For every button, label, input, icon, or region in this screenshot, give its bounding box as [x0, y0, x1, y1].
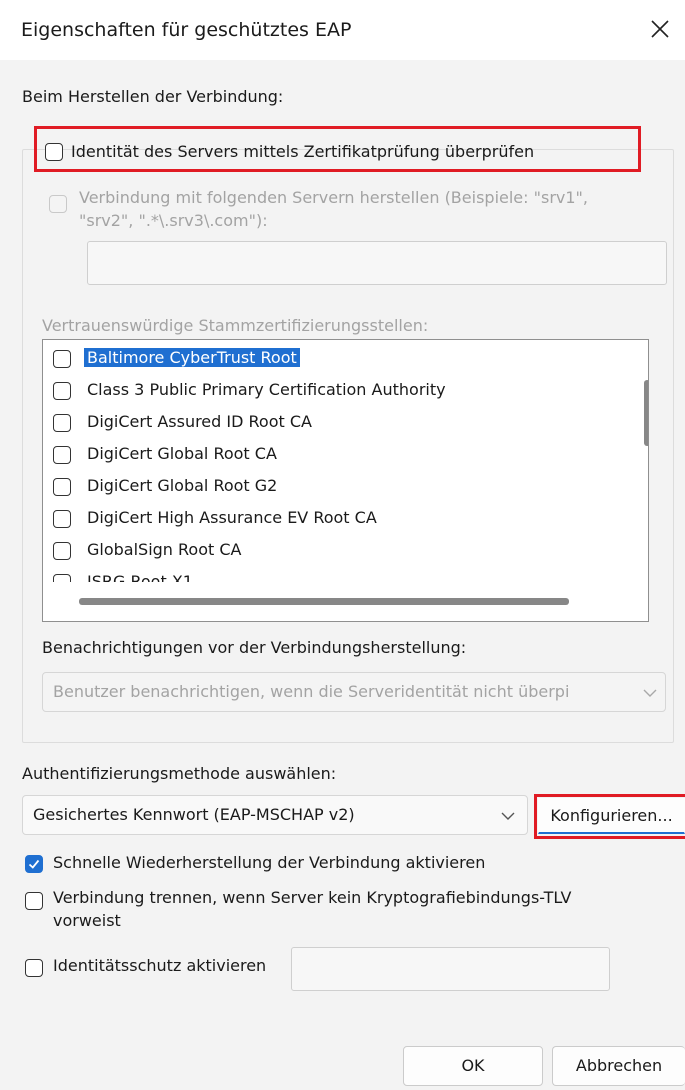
window-title: Eigenschaften für geschütztes EAP	[21, 19, 352, 41]
list-item[interactable]: DigiCert Assured ID Root CA	[43, 407, 631, 439]
list-item[interactable]: DigiCert Global Root CA	[43, 439, 631, 471]
auth-method-select[interactable]: Gesichertes Kennwort (EAP-MSCHAP v2)	[22, 795, 528, 835]
ok-button-label: OK	[461, 1056, 485, 1075]
notifications-select[interactable]: Benutzer benachrichtigen, wenn die Serve…	[42, 672, 666, 712]
connect-servers-label-1: Verbindung mit folgenden Servern herstel…	[79, 188, 588, 207]
list-item-checkbox[interactable]	[53, 478, 71, 496]
list-item-label: Baltimore CyberTrust Root	[84, 348, 300, 367]
list-item-checkbox[interactable]	[53, 382, 71, 400]
close-icon[interactable]	[645, 14, 675, 44]
servers-input[interactable]	[87, 241, 667, 285]
disconnect-tlv-label-2: vorweist	[53, 911, 121, 930]
list-item[interactable]: GlobalSign Root CA	[43, 535, 631, 567]
auth-heading: Authentifizierungsmethode auswählen:	[22, 764, 337, 783]
auth-method-value: Gesichertes Kennwort (EAP-MSCHAP v2)	[33, 805, 355, 824]
fast-reconnect-label: Schnelle Wiederherstellung der Verbindun…	[53, 853, 486, 872]
list-item-checkbox[interactable]	[53, 542, 71, 560]
identity-privacy-label: Identitätsschutz aktivieren	[53, 956, 267, 975]
connect-servers-checkbox[interactable]	[49, 195, 67, 213]
vertical-scrollbar[interactable]	[644, 380, 648, 446]
configure-button-label: Konfigurieren...	[550, 806, 673, 825]
list-item-label: Class 3 Public Primary Certification Aut…	[87, 380, 446, 399]
notifications-heading: Benachrichtigungen vor der Verbindungshe…	[42, 638, 467, 657]
verify-identity-checkbox[interactable]	[45, 143, 63, 161]
list-item-checkbox[interactable]	[53, 446, 71, 464]
list-item-label: DigiCert Global Root CA	[87, 444, 277, 463]
list-item-label: GlobalSign Root CA	[87, 540, 242, 559]
horizontal-scrollbar[interactable]	[79, 598, 569, 605]
list-item-checkbox[interactable]	[53, 350, 71, 368]
list-item-checkbox[interactable]	[53, 574, 71, 582]
disconnect-tlv-label-1: Verbindung trennen, wenn Server kein Kry…	[53, 888, 572, 907]
root-ca-list[interactable]: Baltimore CyberTrust Root Class 3 Public…	[42, 339, 649, 622]
chevron-down-icon	[501, 812, 515, 820]
list-item[interactable]: Baltimore CyberTrust Root	[43, 343, 631, 375]
identity-privacy-input[interactable]	[291, 947, 610, 991]
title-bar: Eigenschaften für geschütztes EAP	[0, 0, 685, 60]
list-item[interactable]: ISRG Root X1	[43, 567, 631, 582]
cancel-button[interactable]: Abbrechen	[552, 1046, 685, 1086]
identity-privacy-checkbox[interactable]	[25, 959, 43, 977]
notifications-value: Benutzer benachrichtigen, wenn die Serve…	[53, 682, 570, 701]
chevron-down-icon	[643, 689, 657, 697]
list-item-label: DigiCert Assured ID Root CA	[87, 412, 312, 431]
list-item-label: DigiCert High Assurance EV Root CA	[87, 508, 377, 527]
root-ca-list-viewport: Baltimore CyberTrust Root Class 3 Public…	[43, 340, 631, 582]
list-item-checkbox[interactable]	[53, 414, 71, 432]
list-item-checkbox[interactable]	[53, 510, 71, 528]
connection-heading: Beim Herstellen der Verbindung:	[22, 87, 284, 106]
checkmark-icon	[28, 859, 40, 869]
ok-button[interactable]: OK	[403, 1046, 543, 1086]
list-item-label: DigiCert Global Root G2	[87, 476, 278, 495]
connect-servers-label-2: "srv2", ".*\.srv3\.com"):	[79, 211, 268, 230]
list-item[interactable]: Class 3 Public Primary Certification Aut…	[43, 375, 631, 407]
root-ca-heading: Vertrauenswürdige Stammzertifizierungsst…	[42, 316, 429, 335]
list-item[interactable]: DigiCert High Assurance EV Root CA	[43, 503, 631, 535]
list-item[interactable]: DigiCert Global Root G2	[43, 471, 631, 503]
configure-button[interactable]: Konfigurieren...	[538, 798, 685, 834]
disconnect-tlv-checkbox[interactable]	[25, 892, 43, 910]
verify-identity-label: Identität des Servers mittels Zertifikat…	[71, 142, 535, 161]
cancel-button-label: Abbrechen	[575, 1056, 663, 1075]
list-item-label: ISRG Root X1	[87, 572, 193, 582]
fast-reconnect-checkbox[interactable]	[25, 855, 43, 873]
